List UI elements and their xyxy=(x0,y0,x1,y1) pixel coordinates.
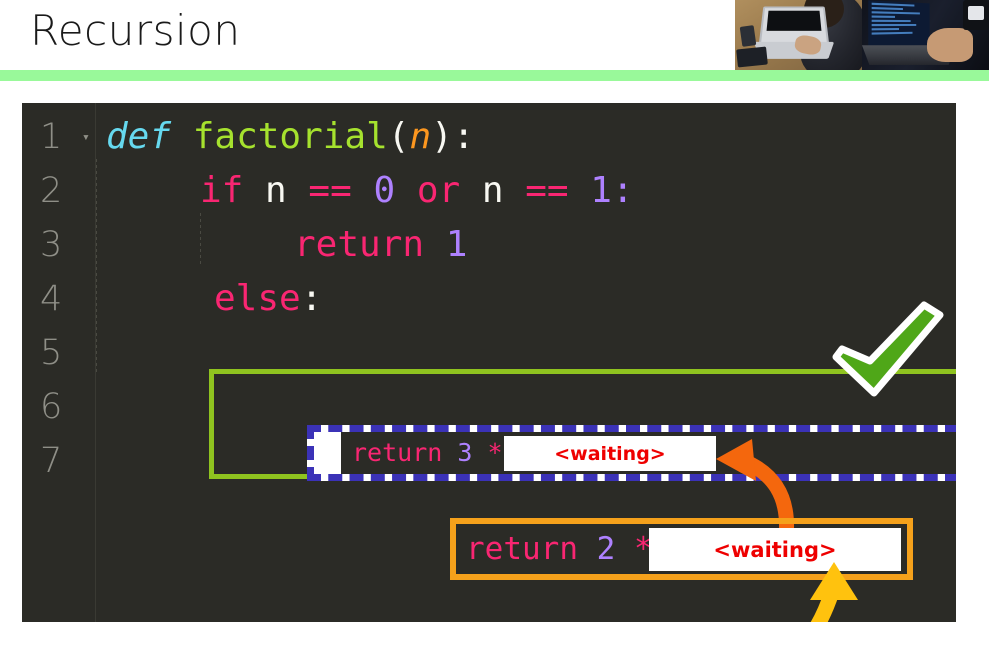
header-accent-rule xyxy=(0,70,989,81)
green-checkmark-icon xyxy=(832,301,944,397)
code-line-2: if n == 0 or n == 1: xyxy=(200,170,634,211)
indent-guide xyxy=(200,213,201,265)
indent-guide xyxy=(96,159,97,373)
stack-frame-2-code: return 2 * xyxy=(466,531,653,567)
header-photo-hands-on-laptop xyxy=(862,0,989,70)
header-photo-person-typing xyxy=(735,0,862,70)
code-fold-toggle-icon[interactable]: ▾ xyxy=(82,131,90,144)
code-line-3: return 1 xyxy=(294,224,468,265)
line-number: 2 xyxy=(40,171,63,211)
line-number: 6 xyxy=(40,387,63,427)
page-title: Recursion xyxy=(30,6,241,55)
code-line-4: else: xyxy=(214,278,323,319)
stack-frame-1-code: return 3 * xyxy=(352,438,503,467)
line-number: 4 xyxy=(40,279,63,319)
stack-frame-2-waiting-badge: <waiting> xyxy=(649,528,901,571)
photo-hands-shape xyxy=(927,28,973,62)
header-photo-strip xyxy=(735,0,989,70)
photo-phone-shape xyxy=(739,25,757,47)
photo-notebook-shape xyxy=(736,46,768,68)
slide-header: Recursion xyxy=(0,0,989,70)
code-line-1: def factorial(n): xyxy=(106,116,475,157)
photo-mug-shape xyxy=(963,0,989,30)
line-number: 3 xyxy=(40,225,63,265)
code-editor-panel: 1 2 3 4 5 6 7 ▾ def factorial(n): if n =… xyxy=(22,103,956,622)
line-number: 5 xyxy=(40,333,63,373)
line-number: 1 xyxy=(40,117,63,157)
line-number: 7 xyxy=(40,441,63,481)
photo-screen-shape xyxy=(868,0,930,48)
stack-frame-1-waiting-badge: <waiting> xyxy=(504,436,716,471)
